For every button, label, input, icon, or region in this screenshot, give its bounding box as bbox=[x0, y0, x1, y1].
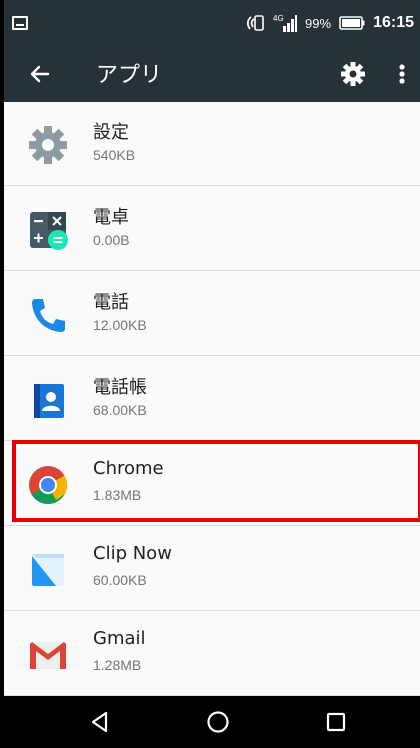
more-vert-icon[interactable] bbox=[392, 60, 412, 88]
screenshot-notification-icon bbox=[12, 16, 28, 30]
app-name: Chrome bbox=[93, 458, 164, 479]
contacts-icon bbox=[26, 378, 70, 422]
app-name: 電卓 bbox=[93, 207, 129, 228]
app-list: 設定 540KB 電卓 0.00B 電話 12.00KB 電話帳 68.00KB… bbox=[4, 102, 420, 696]
app-bar: アプリ bbox=[4, 46, 420, 102]
screen: 4G 99% 16:15 アプリ 設定 540KB 電卓 0.00B 電話 12… bbox=[4, 0, 420, 748]
app-size: 12.00KB bbox=[93, 317, 147, 333]
app-size: 60.00KB bbox=[93, 572, 147, 588]
app-name: Gmail bbox=[93, 628, 146, 649]
device-frame: 4G 99% 16:15 アプリ 設定 540KB 電卓 0.00B 電話 12… bbox=[0, 0, 420, 748]
navigation-bar bbox=[4, 696, 420, 748]
gear-icon[interactable] bbox=[338, 59, 368, 89]
signal-4g-icon: 4G bbox=[273, 13, 298, 33]
app-name: 電話帳 bbox=[93, 377, 147, 398]
app-size: 540KB bbox=[93, 147, 136, 163]
app-size: 1.83MB bbox=[93, 487, 142, 503]
svg-text:4G: 4G bbox=[273, 14, 284, 23]
app-size: 68.00KB bbox=[93, 402, 147, 418]
nav-back-icon[interactable] bbox=[86, 708, 114, 736]
arrow-back-icon[interactable] bbox=[26, 60, 54, 88]
app-name: Clip Now bbox=[93, 543, 172, 564]
calculator-icon bbox=[26, 208, 70, 252]
app-row-clip-now[interactable]: Clip Now 60.00KB bbox=[4, 527, 420, 611]
clock: 16:15 bbox=[373, 14, 414, 31]
app-size: 1.28MB bbox=[93, 657, 142, 673]
battery-percent: 99% bbox=[305, 15, 332, 31]
nfc-icon bbox=[245, 13, 265, 33]
status-bar: 4G 99% 16:15 bbox=[4, 0, 420, 46]
phone-icon bbox=[26, 293, 70, 337]
app-size: 0.00B bbox=[93, 232, 130, 248]
app-row-chrome[interactable]: Chrome 1.83MB bbox=[4, 442, 420, 526]
clip-now-icon bbox=[26, 548, 70, 592]
app-name: 設定 bbox=[93, 122, 129, 143]
app-row-settings[interactable]: 設定 540KB bbox=[4, 102, 420, 186]
chrome-icon bbox=[26, 463, 70, 507]
app-row-phone[interactable]: 電話 12.00KB bbox=[4, 272, 420, 356]
nav-recents-icon[interactable] bbox=[322, 708, 350, 736]
app-row-contacts[interactable]: 電話帳 68.00KB bbox=[4, 357, 420, 441]
nav-home-icon[interactable] bbox=[204, 708, 232, 736]
page-title: アプリ bbox=[96, 63, 163, 88]
status-right-group: 4G 99% 16:15 bbox=[245, 12, 414, 34]
settings-gear-icon bbox=[26, 123, 70, 167]
gmail-icon bbox=[26, 633, 70, 677]
app-name: 電話 bbox=[93, 292, 129, 313]
app-row-gmail[interactable]: Gmail 1.28MB bbox=[4, 612, 420, 696]
battery-icon bbox=[339, 16, 365, 30]
app-row-calculator[interactable]: 電卓 0.00B bbox=[4, 187, 420, 271]
